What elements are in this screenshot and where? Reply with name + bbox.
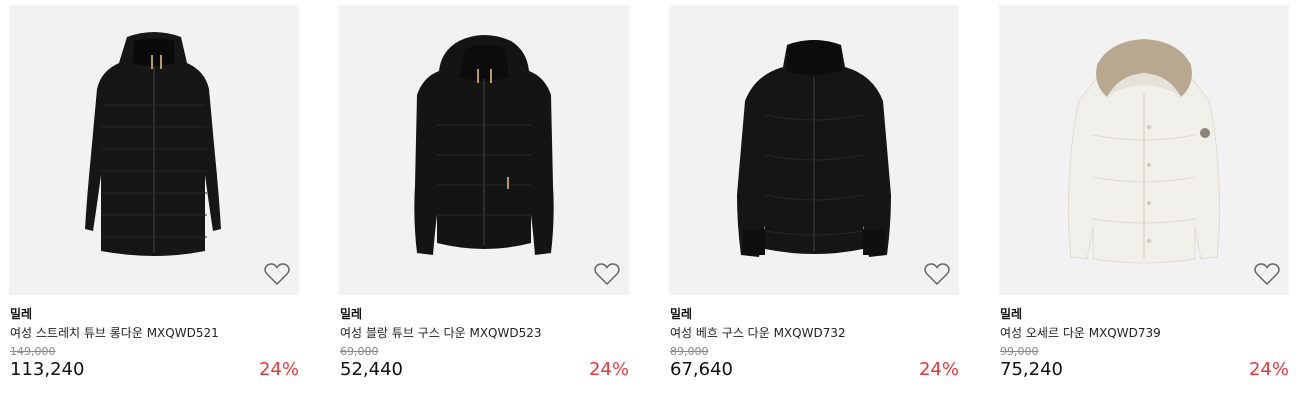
sale-price: 52,440 [340,359,403,380]
original-price: 149,000 [10,345,56,358]
product-card[interactable]: 밀레 여성 오세르 다운 MXQWD739 99,000 75,240 24% [999,5,1289,381]
short-hooded-down-image [414,35,554,255]
price-row: 52,440 24% [339,359,629,381]
price-row: 75,240 24% [999,359,1289,381]
discount-rate: 24% [258,359,299,380]
product-image[interactable] [999,5,1289,295]
price-row: 67,640 24% [669,359,959,381]
product-brand: 밀레 [340,307,363,321]
heart-outline-icon[interactable] [264,262,290,286]
original-price: 69,000 [340,345,379,358]
product-name[interactable]: 여성 베흐 구스 다운 MXQWD732 [669,325,959,341]
product-brand: 밀레 [1000,307,1023,321]
sale-price: 113,240 [10,359,85,380]
product-name[interactable]: 여성 스트레치 튜브 롱다운 MXQWD521 [9,325,299,341]
fur-hood-down-image [1067,39,1221,264]
sale-price: 67,640 [670,359,733,380]
discount-rate: 24% [588,359,629,380]
heart-outline-icon[interactable] [1254,262,1280,286]
product-image[interactable] [669,5,959,295]
product-card[interactable]: 밀레 여성 베흐 구스 다운 MXQWD732 89,000 67,640 24… [669,5,959,381]
heart-outline-icon[interactable] [924,262,950,286]
price-row: 113,240 24% [9,359,299,381]
discount-rate: 24% [918,359,959,380]
product-image[interactable] [339,5,629,295]
product-brand: 밀레 [670,307,693,321]
puffer-down-image [737,40,891,257]
heart-outline-icon[interactable] [594,262,620,286]
product-name[interactable]: 여성 블랑 튜브 구스 다운 MXQWD523 [339,325,629,341]
discount-rate: 24% [1248,359,1289,380]
original-price: 89,000 [670,345,709,358]
product-image[interactable] [9,5,299,295]
product-name[interactable]: 여성 오세르 다운 MXQWD739 [999,325,1289,341]
long-down-coat-image [85,32,221,256]
product-grid: 밀레 여성 스트레치 튜브 롱다운 MXQWD521 149,000 113,2… [0,0,1302,409]
product-card[interactable]: 밀레 여성 블랑 튜브 구스 다운 MXQWD523 69,000 52,440… [339,5,629,381]
sale-price: 75,240 [1000,359,1063,380]
product-card[interactable]: 밀레 여성 스트레치 튜브 롱다운 MXQWD521 149,000 113,2… [9,5,299,381]
original-price: 99,000 [1000,345,1039,358]
product-brand: 밀레 [10,307,33,321]
